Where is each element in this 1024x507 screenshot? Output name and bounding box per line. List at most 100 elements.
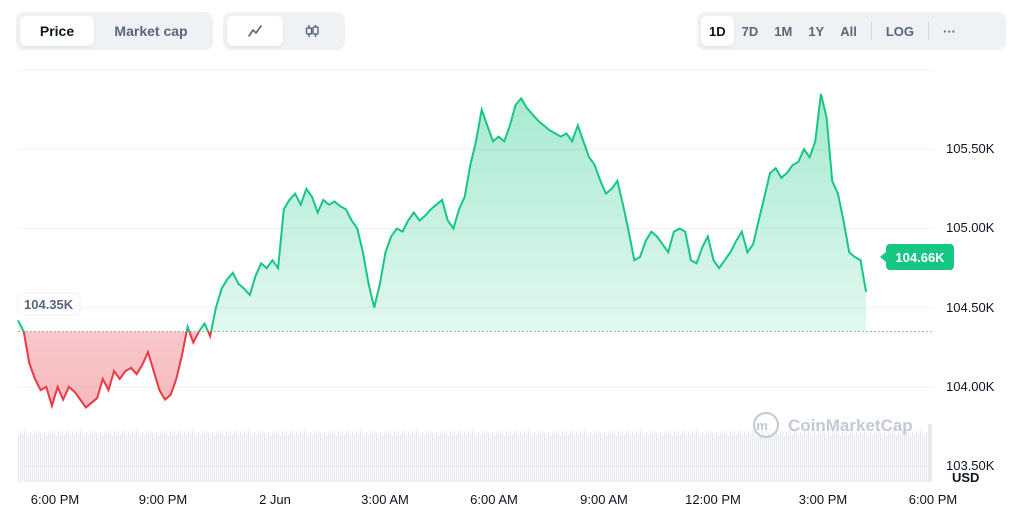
volume-bar	[98, 436, 100, 482]
volume-bar	[768, 433, 770, 482]
y-tick-label: 104.00K	[946, 378, 995, 394]
volume-bar	[548, 432, 550, 482]
volume-bar	[274, 434, 276, 482]
volume-bar	[620, 435, 622, 482]
volume-bar	[236, 433, 238, 482]
volume-bar	[526, 434, 528, 482]
volume-bar	[722, 434, 724, 482]
volume-bar	[870, 432, 872, 482]
volume-bar	[28, 436, 30, 482]
volume-bar	[336, 436, 338, 482]
volume-bar	[732, 435, 734, 482]
volume-bar	[32, 435, 34, 482]
volume-bar	[600, 433, 602, 482]
volume-bar	[64, 434, 66, 482]
volume-bar	[828, 432, 830, 482]
volume-bar	[256, 435, 258, 482]
volume-bar	[864, 430, 866, 482]
volume-bar	[222, 433, 224, 482]
volume-bar	[906, 430, 908, 482]
volume-bar	[290, 430, 292, 482]
volume-bar	[104, 431, 106, 482]
volume-bar	[512, 434, 514, 482]
volume-bar	[610, 434, 612, 482]
volume-bar	[322, 436, 324, 482]
volume-bar	[108, 430, 110, 482]
volume-bar	[754, 433, 756, 482]
volume-bar	[928, 424, 932, 482]
volume-bar	[384, 431, 386, 482]
volume-bar	[540, 434, 542, 482]
volume-bar	[750, 434, 752, 482]
volume-bar	[876, 434, 878, 482]
volume-bar	[494, 435, 496, 482]
volume-bar	[714, 436, 716, 482]
volume-bar	[482, 431, 484, 482]
volume-bar	[288, 434, 290, 482]
volume-bar	[644, 436, 646, 482]
volume-bar	[214, 435, 216, 482]
volume-bar	[162, 434, 164, 482]
x-tick-label: 6:00 PM	[908, 492, 958, 507]
volume-bar	[856, 432, 858, 482]
volume-bar	[848, 434, 850, 482]
volume-bar	[792, 434, 794, 482]
x-tick-label: 3:00 AM	[361, 492, 409, 507]
volume-bar	[164, 430, 166, 482]
volume-bar	[402, 430, 404, 482]
volume-bar	[366, 432, 368, 482]
volume-bar	[500, 430, 502, 482]
volume-bar	[762, 431, 764, 482]
volume-bar	[448, 436, 450, 482]
volume-bar	[798, 436, 800, 482]
volume-bar	[284, 435, 286, 482]
volume-bar	[354, 435, 356, 482]
volume-bar	[376, 433, 378, 482]
volume-bar	[232, 434, 234, 482]
volume-bar	[882, 436, 884, 482]
volume-bar	[604, 432, 606, 482]
volume-bar	[106, 434, 108, 482]
price-chart[interactable]: m CoinMarketCap 104.35K 104.66K	[0, 0, 1024, 507]
volume-bar	[306, 433, 308, 482]
volume-bar	[242, 435, 244, 482]
volume-bar	[244, 431, 246, 482]
volume-bar	[132, 431, 134, 482]
volume-bar	[142, 432, 144, 482]
volume-bar	[692, 431, 694, 482]
volume-bar	[382, 435, 384, 482]
volume-bar	[668, 430, 670, 482]
volume-bar	[68, 433, 70, 482]
volume-bar	[368, 435, 370, 482]
volume-bar	[474, 433, 476, 482]
volume-bar	[904, 434, 906, 482]
volume-bar	[424, 435, 426, 482]
volume-bar	[96, 433, 98, 482]
volume-bar	[434, 436, 436, 482]
volume-bar	[802, 435, 804, 482]
volume-bar	[634, 435, 636, 482]
volume-bar	[112, 436, 114, 482]
volume-bar	[260, 434, 262, 482]
volume-bar	[676, 435, 678, 482]
volume-bar	[650, 431, 652, 482]
volume-bar	[52, 430, 54, 482]
volume-bar	[298, 435, 300, 482]
volume-bar	[456, 434, 458, 482]
volume-bar	[840, 436, 842, 482]
x-tick-label: 6:00 AM	[470, 492, 518, 507]
volume-bar	[246, 434, 248, 482]
volume-bar	[572, 433, 574, 482]
volume-bar	[680, 434, 682, 482]
volume-bar	[430, 430, 432, 482]
x-tick-label: 3:00 PM	[798, 492, 848, 507]
volume-bar	[892, 430, 894, 482]
volume-bar	[702, 432, 704, 482]
volume-bar	[918, 434, 920, 482]
volume-bar	[612, 430, 614, 482]
y-tick-label: 105.00K	[946, 220, 995, 236]
volume-bar	[552, 431, 554, 482]
volume-bar	[282, 432, 284, 482]
volume-bar	[364, 436, 366, 482]
volume-bar	[912, 432, 914, 482]
